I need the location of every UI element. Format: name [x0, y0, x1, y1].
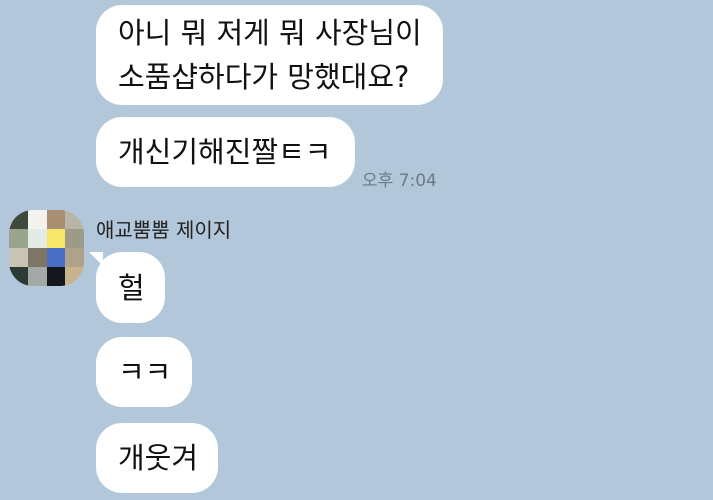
avatar-pixel [27, 229, 47, 248]
avatar-pixel [9, 248, 28, 267]
avatar-pixel [65, 229, 84, 248]
chat-view: 아니 뭐 저게 뭐 사장님이 소품샵하다가 망했대요? 개신기해진짤ㅌㅋ 오후 … [0, 0, 713, 500]
avatar-pixel [46, 229, 66, 248]
avatar-pixel [9, 229, 28, 248]
outgoing-message-bubble[interactable]: 개신기해진짤ㅌㅋ [96, 117, 355, 187]
avatar-pixel [46, 210, 66, 229]
incoming-message-bubble[interactable]: ㅋㅋ [96, 337, 192, 407]
avatar-pixel [27, 248, 47, 267]
avatar-pixel [46, 267, 66, 286]
avatar-pixel [27, 210, 47, 229]
sender-name: 애교뿜뿜 제이지 [96, 218, 232, 242]
sender-avatar[interactable] [9, 210, 84, 286]
incoming-message-bubble[interactable]: 개웃겨 [96, 423, 218, 493]
incoming-message-bubble[interactable]: 헐 [96, 252, 165, 323]
avatar-pixel [65, 267, 84, 286]
avatar-pixel [27, 267, 47, 286]
avatar-pixel [9, 210, 28, 229]
message-timestamp: 오후 7:04 [362, 171, 437, 191]
avatar-pixel [65, 210, 84, 229]
avatar-pixel [46, 248, 66, 267]
avatar-pixel [9, 267, 28, 286]
avatar-pixel [65, 248, 84, 267]
outgoing-message-bubble[interactable]: 아니 뭐 저게 뭐 사장님이 소품샵하다가 망했대요? [96, 5, 443, 105]
